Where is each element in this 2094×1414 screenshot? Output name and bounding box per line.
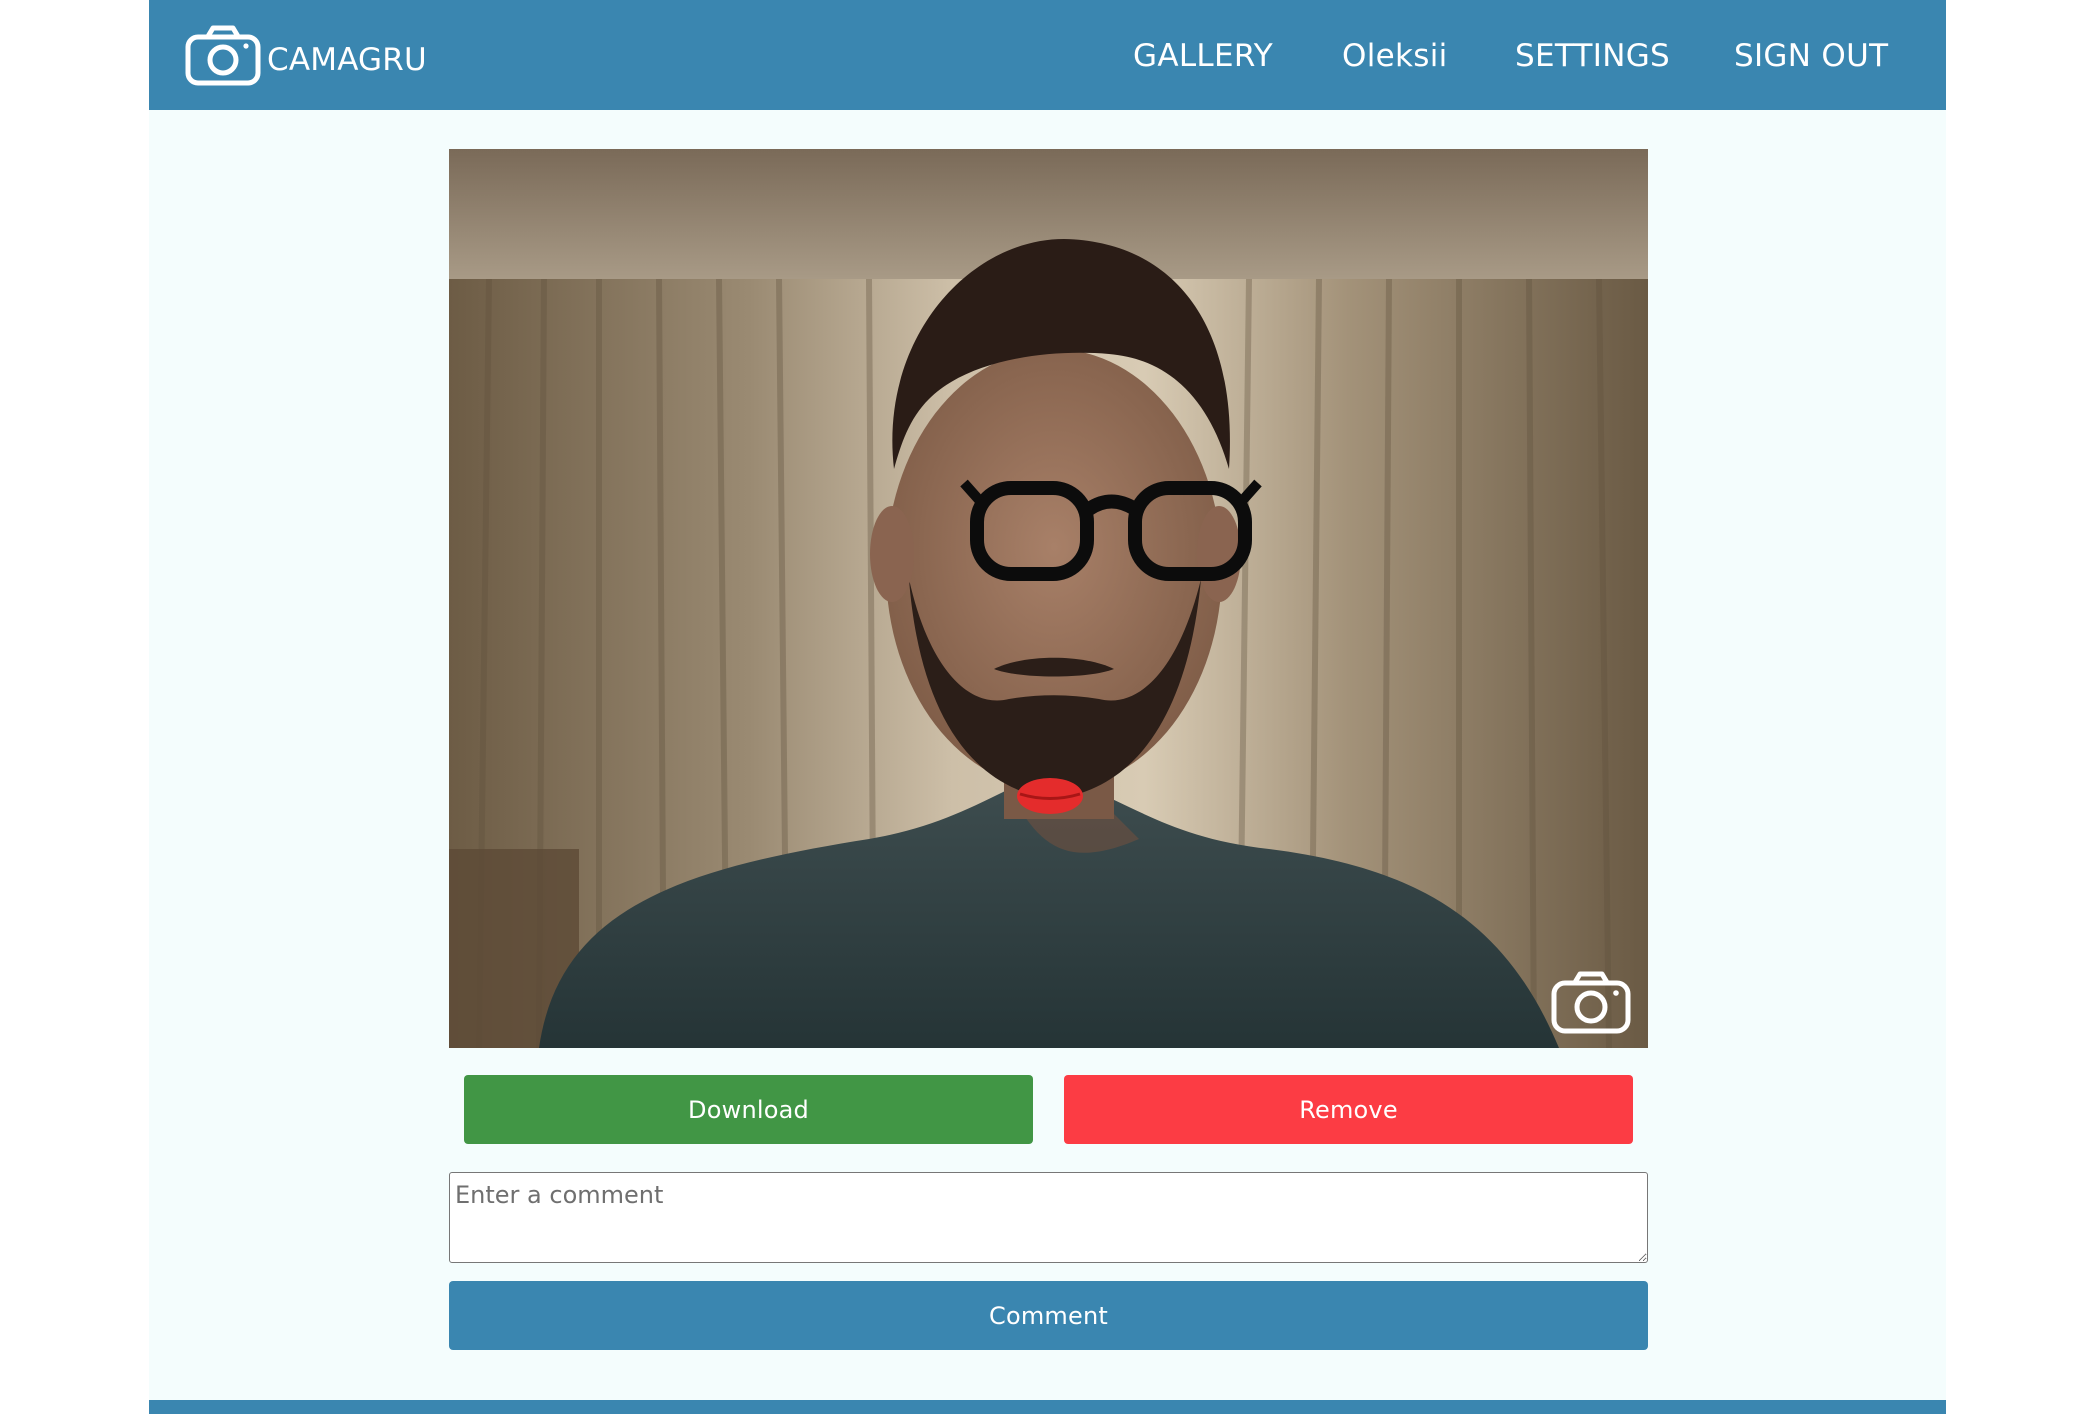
captured-photo [449, 149, 1648, 1048]
remove-button[interactable]: Remove [1064, 1075, 1633, 1144]
nav-sign-out-link[interactable]: SIGN OUT [1734, 36, 1888, 76]
nav-settings-link[interactable]: SETTINGS [1515, 36, 1670, 76]
lips-sticker [1017, 778, 1083, 814]
nav-gallery-link[interactable]: GALLERY [1133, 36, 1273, 76]
camera-icon[interactable] [1550, 969, 1632, 1035]
brand-name: CAMAGRU [267, 42, 427, 78]
camera-icon [185, 25, 261, 86]
webcam-photo-image [449, 149, 1648, 1048]
nav-user-link[interactable]: Oleksii [1342, 36, 1448, 76]
comment-input[interactable] [449, 1172, 1648, 1263]
brand-logo-link[interactable]: CAMAGRU [185, 22, 427, 88]
page-container: CAMAGRU GALLERY Oleksii SETTINGS SIGN OU… [149, 0, 1946, 1414]
top-navbar: CAMAGRU GALLERY Oleksii SETTINGS SIGN OU… [149, 0, 1946, 110]
comment-submit-button[interactable]: Comment [449, 1281, 1648, 1350]
footer-bar [149, 1400, 1946, 1414]
download-button[interactable]: Download [464, 1075, 1033, 1144]
